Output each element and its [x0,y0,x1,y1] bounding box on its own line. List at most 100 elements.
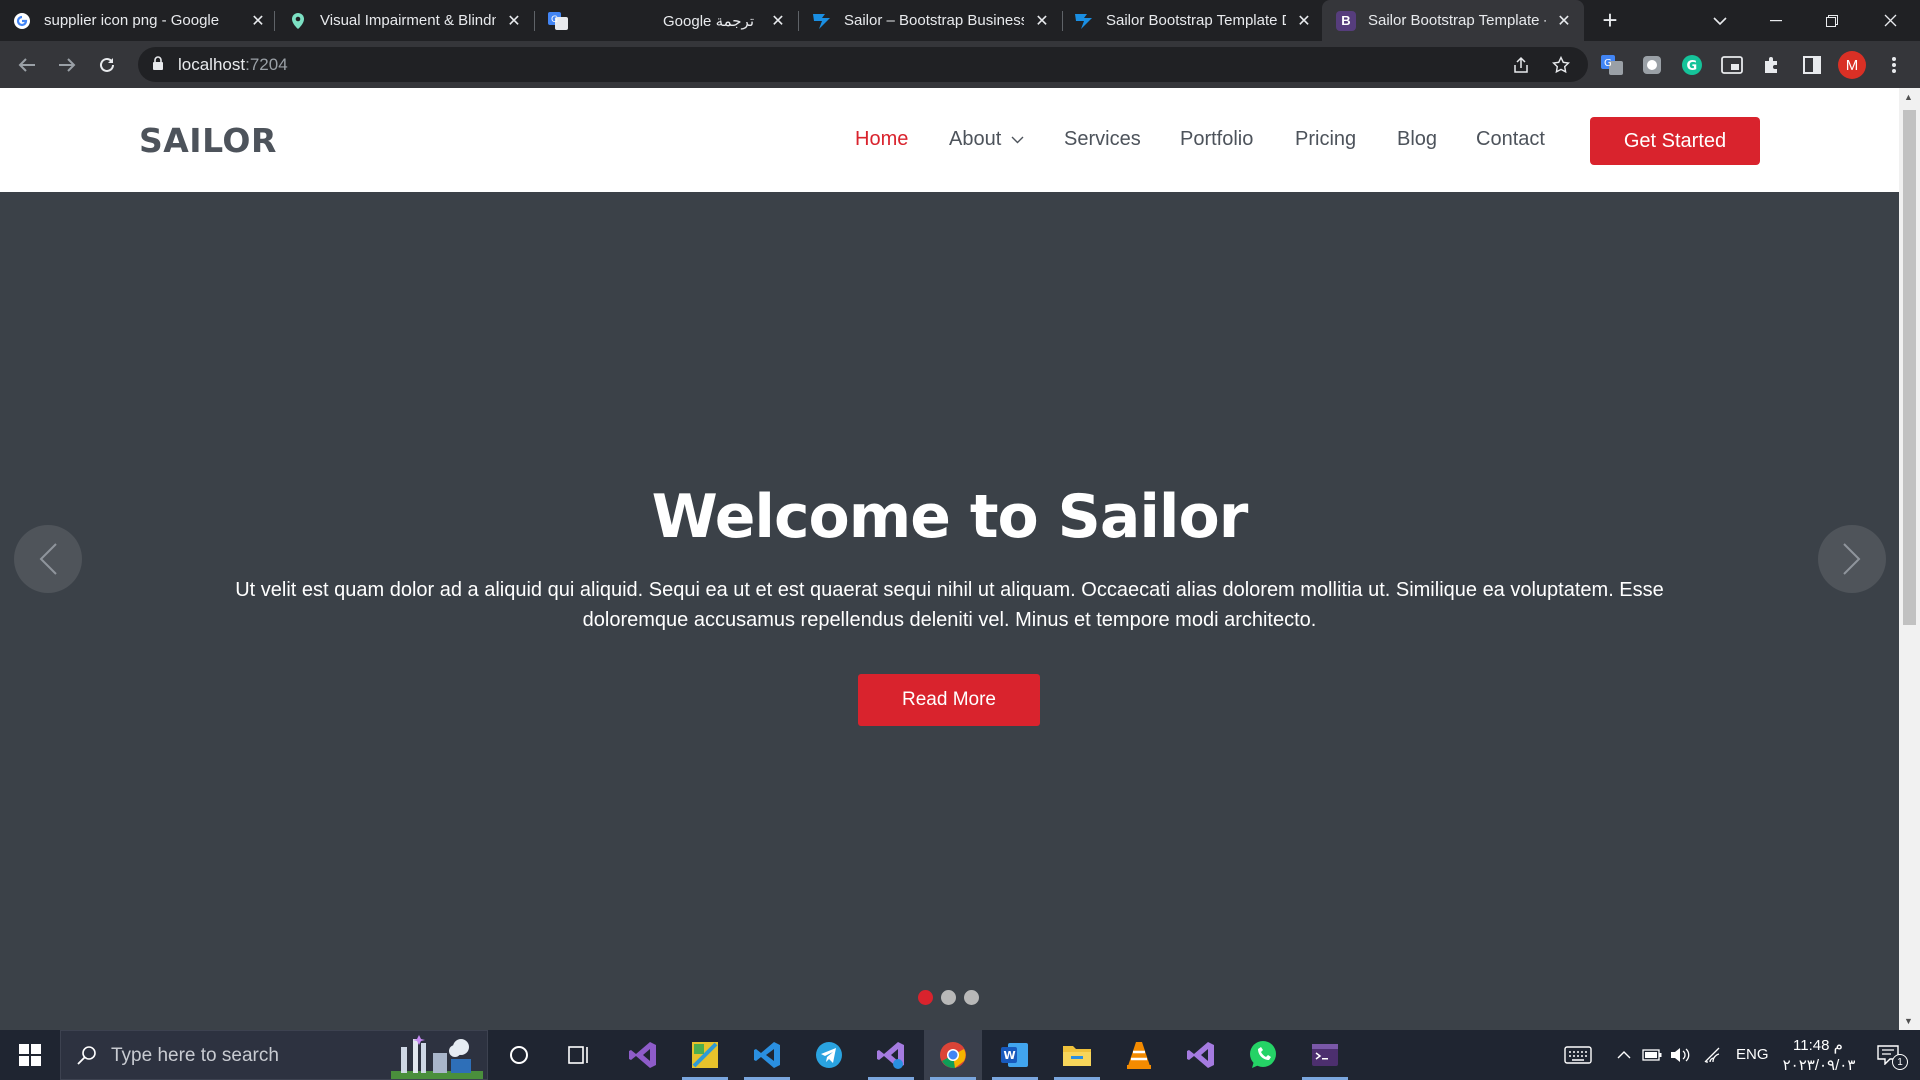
input-language[interactable]: ENG [1736,1046,1769,1063]
picture-in-picture-icon[interactable] [1720,53,1744,77]
show-hidden-icons-button[interactable] [1612,1030,1636,1080]
taskbar-app[interactable] [862,1030,920,1080]
tab-separator [534,11,535,31]
word-icon: W [1001,1043,1028,1067]
carousel-indicators [918,990,979,1005]
chevron-right-icon [1843,543,1861,575]
get-started-button[interactable]: Get Started [1590,117,1760,165]
network-button[interactable] [1700,1030,1724,1080]
page-viewport: SAILOR Home About Services Portfolio Pri… [0,88,1899,1030]
scroll-up-arrow-icon[interactable]: ▲ [1904,92,1913,102]
url-text[interactable]: localhost:7204 [178,55,288,75]
taskbar-app[interactable] [1296,1030,1354,1080]
side-panel-icon[interactable] [1800,53,1824,77]
tab-title: Sailor Bootstrap Template - [1368,12,1546,29]
carousel-indicator[interactable] [918,990,933,1005]
close-tab-icon[interactable]: ✕ [248,11,268,31]
notification-center-button[interactable]: 1 [1862,1030,1914,1080]
nav-pricing[interactable]: Pricing [1295,128,1356,151]
browser-tab-active[interactable]: B Sailor Bootstrap Template - ✕ [1322,0,1584,41]
carousel-indicator[interactable] [941,990,956,1005]
browser-tab[interactable]: Sailor Bootstrap Template D ✕ [1074,0,1314,41]
extensions-puzzle-icon[interactable] [1760,53,1784,77]
touch-keyboard-button[interactable] [1552,1030,1604,1080]
tab-title: Sailor Bootstrap Template D [1106,12,1286,29]
grammarly-icon[interactable]: G [1680,53,1704,77]
volume-icon [1671,1048,1690,1062]
carousel-indicator[interactable] [964,990,979,1005]
taskbar-app-active[interactable] [924,1030,982,1080]
close-tab-icon[interactable]: ✕ [504,11,524,31]
chrome-menu-icon[interactable] [1882,53,1906,77]
read-more-button[interactable]: Read More [858,674,1040,726]
nav-about[interactable]: About [949,128,1024,151]
close-window-button[interactable] [1862,0,1918,41]
taskbar-app[interactable]: W [986,1030,1044,1080]
google-icon [12,11,32,31]
lock-icon[interactable] [152,56,164,76]
map-pin-icon [288,11,308,31]
nav-blog[interactable]: Blog [1397,128,1437,151]
share-icon[interactable] [1511,55,1531,75]
cortana-button[interactable] [490,1030,548,1080]
browser-tab[interactable]: Visual Impairment & Blindn ✕ [288,0,524,41]
tab-separator [274,11,275,31]
page-scrollbar[interactable]: ▲ ▼ [1899,88,1920,1030]
taskbar-app[interactable] [614,1030,672,1080]
browser-tab[interactable]: G Google ترجمة ✕ [548,0,788,41]
nav-home[interactable]: Home [855,128,908,151]
url-host: localhost [178,55,246,74]
wifi-icon [1704,1047,1720,1063]
nav-contact[interactable]: Contact [1476,128,1545,151]
site-logo[interactable]: SAILOR [139,121,277,160]
url-port: :7204 [245,55,288,74]
scrollbar-thumb[interactable] [1903,110,1916,625]
task-view-button[interactable] [550,1030,608,1080]
svg-text:G: G [551,15,558,25]
reload-button[interactable] [91,49,123,81]
browser-tab[interactable]: supplier icon png - Google ✕ [12,0,268,41]
taskbar-app[interactable] [1234,1030,1292,1080]
carousel-next-button[interactable] [1818,525,1886,593]
tab-separator [1062,11,1063,31]
tab-search-button[interactable] [1692,0,1748,41]
close-tab-icon[interactable]: ✕ [1032,11,1052,31]
clock-date[interactable]: ٢٠٢٣/٠٩/٠٣ [1776,1056,1862,1074]
nav-about-label: About [949,128,1002,150]
cortana-circle-icon [510,1046,528,1064]
taskbar-search-box[interactable]: Type here to search [60,1030,488,1080]
close-tab-icon[interactable]: ✕ [768,11,788,31]
battery-button[interactable] [1640,1030,1664,1080]
volume-button[interactable] [1668,1030,1692,1080]
browser-tab-strip: supplier icon png - Google ✕ Visual Impa… [0,0,1920,41]
taskbar-app[interactable] [676,1030,734,1080]
taskbar-app[interactable] [1048,1030,1106,1080]
clock-time[interactable]: 11:48 م [1790,1036,1846,1054]
extension-icon[interactable] [1640,53,1664,77]
profile-avatar[interactable]: M [1838,51,1866,79]
close-tab-icon[interactable]: ✕ [1294,11,1314,31]
svg-text:G: G [1687,59,1698,74]
taskbar-app[interactable] [1172,1030,1230,1080]
bookmark-star-icon[interactable] [1551,55,1571,75]
translate-extension-icon[interactable]: G [1600,53,1624,77]
start-button[interactable] [0,1030,60,1080]
address-bar[interactable]: localhost:7204 [138,47,1588,82]
whatsapp-icon [1250,1041,1276,1068]
minimize-button[interactable] [1748,0,1804,41]
nav-portfolio[interactable]: Portfolio [1180,128,1253,151]
taskbar-app[interactable] [738,1030,796,1080]
search-placeholder: Type here to search [111,1045,279,1066]
close-tab-icon[interactable]: ✕ [1554,11,1574,31]
scroll-down-arrow-icon[interactable]: ▼ [1904,1016,1913,1026]
taskbar-app[interactable] [800,1030,858,1080]
back-button[interactable] [11,49,43,81]
nav-services[interactable]: Services [1064,128,1141,151]
restore-button[interactable] [1804,0,1860,41]
new-tab-button[interactable]: + [1584,0,1636,41]
browser-tab[interactable]: Sailor – Bootstrap Business ✕ [812,0,1052,41]
forward-button[interactable] [51,49,83,81]
sailor-icon [812,11,832,31]
taskbar-app[interactable] [1110,1030,1168,1080]
task-view-icon [568,1046,588,1064]
